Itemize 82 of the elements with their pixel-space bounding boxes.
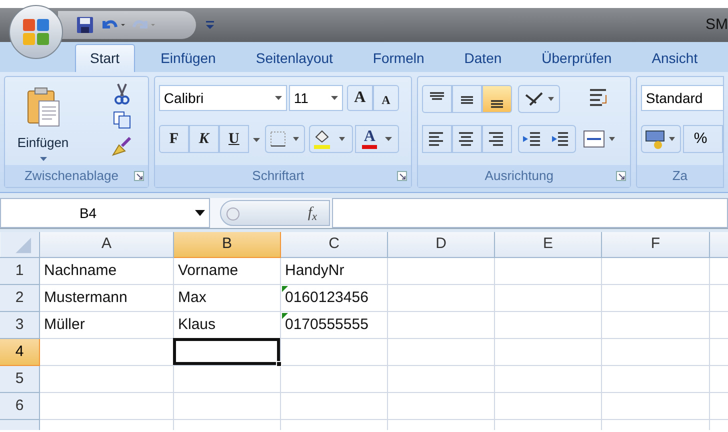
dialog-launcher-icon[interactable] xyxy=(134,171,144,181)
font-color-button[interactable]: A xyxy=(354,125,399,153)
cell[interactable]: Mustermann xyxy=(40,285,174,312)
row-header[interactable]: 6 xyxy=(0,393,40,420)
window-title: SM xyxy=(706,14,728,35)
dropdown-arrow-icon[interactable] xyxy=(252,138,260,142)
cell[interactable]: Müller xyxy=(40,312,174,339)
cell-text: 0160123456 xyxy=(285,288,368,308)
orientation-icon[interactable] xyxy=(518,85,560,113)
cell[interactable]: Klaus xyxy=(174,312,281,339)
row-header[interactable]: 1 xyxy=(0,258,40,285)
group-label: Schriftart xyxy=(251,167,306,186)
cut-icon[interactable] xyxy=(113,83,131,105)
number-format-field[interactable]: Standard xyxy=(640,85,723,111)
ribbon-tab[interactable]: Daten xyxy=(450,44,516,72)
fill-color-icon[interactable] xyxy=(308,125,353,153)
cell[interactable]: Max xyxy=(174,285,281,312)
column-header[interactable] xyxy=(710,232,728,258)
paste-button[interactable]: Einfügen xyxy=(9,81,77,165)
currency-icon[interactable] xyxy=(640,125,681,153)
cell-text: Mustermann xyxy=(44,288,128,308)
align-right-icon[interactable] xyxy=(482,125,512,153)
grow-font-button[interactable]: A xyxy=(346,85,373,111)
cell-text: 0170555555 xyxy=(285,314,368,335)
cell[interactable]: Nachname xyxy=(40,258,174,285)
ribbon-tab[interactable]: Start xyxy=(75,44,135,72)
indent-icon[interactable] xyxy=(518,125,576,153)
splitter-icon[interactable] xyxy=(225,206,241,222)
column-header[interactable]: A xyxy=(40,232,174,258)
cell[interactable]: Vorname xyxy=(174,258,281,285)
group-label: Za xyxy=(671,167,689,186)
select-all-icon[interactable] xyxy=(0,232,40,258)
cell[interactable]: HandyNr xyxy=(281,258,388,285)
column-header[interactable]: E xyxy=(495,232,602,258)
office-logo-icon xyxy=(21,17,51,47)
percent-button[interactable]: % xyxy=(682,125,723,153)
font-size-field[interactable]: 11 xyxy=(288,85,343,111)
row-header[interactable]: 4 xyxy=(0,339,40,366)
bold-button[interactable]: F xyxy=(158,125,189,153)
ribbon-tab[interactable]: Formeln xyxy=(358,44,438,72)
ribbon-tab[interactable]: Einfügen xyxy=(146,44,230,72)
column-header[interactable]: F xyxy=(602,232,710,258)
cell-text: HandyNr xyxy=(285,260,344,281)
column-header[interactable]: C xyxy=(281,232,388,258)
dropdown-arrow-icon[interactable] xyxy=(274,96,282,100)
row-header[interactable]: 5 xyxy=(0,366,40,393)
cell-text: Vorname xyxy=(178,260,238,281)
dropdown-arrow-icon[interactable] xyxy=(195,210,205,216)
ribbon-tab[interactable]: Ansicht xyxy=(638,44,712,72)
save-icon[interactable] xyxy=(76,16,94,34)
cell-text: Nachname xyxy=(44,260,117,281)
formula-input[interactable] xyxy=(332,198,728,228)
row-header[interactable]: 2 xyxy=(0,285,40,312)
borders-icon[interactable] xyxy=(264,125,305,153)
brush-icon[interactable] xyxy=(111,137,133,157)
cell[interactable]: 0170555555 xyxy=(281,312,388,339)
align-left-icon[interactable] xyxy=(422,125,452,153)
italic-button[interactable]: K xyxy=(188,125,219,153)
column-header[interactable]: B xyxy=(174,232,281,258)
clipboard-icon[interactable] xyxy=(26,87,60,127)
underline-button[interactable]: U xyxy=(218,125,249,153)
cell-text: Klaus xyxy=(178,314,216,335)
font-family-field[interactable]: Calibri xyxy=(158,85,287,111)
copy-icon[interactable] xyxy=(113,111,131,129)
row-header[interactable]: 3 xyxy=(0,312,40,339)
group-label: Ausrichtung xyxy=(484,167,554,186)
name-box[interactable]: B4 xyxy=(0,198,210,228)
ribbon-tab[interactable]: Seitenlayout xyxy=(242,44,347,72)
cell-text: Max xyxy=(178,288,206,308)
shrink-font-button[interactable]: A xyxy=(372,85,399,111)
column-header[interactable]: D xyxy=(388,232,495,258)
insert-function-button[interactable]: f$_{x}$ xyxy=(308,202,317,224)
dialog-launcher-icon[interactable] xyxy=(397,171,408,181)
ribbon-tab[interactable]: Überprüfen xyxy=(528,44,626,72)
cell[interactable]: 0160123456 xyxy=(281,285,388,312)
group-label: Zwischenablage xyxy=(23,167,120,186)
cell-text: Müller xyxy=(44,314,85,335)
align-center-icon[interactable] xyxy=(452,125,482,153)
dropdown-arrow-icon[interactable] xyxy=(385,137,392,141)
dialog-launcher-icon[interactable] xyxy=(616,171,626,181)
dropdown-arrow-icon[interactable] xyxy=(330,96,338,100)
customize-toolbar-icon[interactable] xyxy=(206,20,214,30)
